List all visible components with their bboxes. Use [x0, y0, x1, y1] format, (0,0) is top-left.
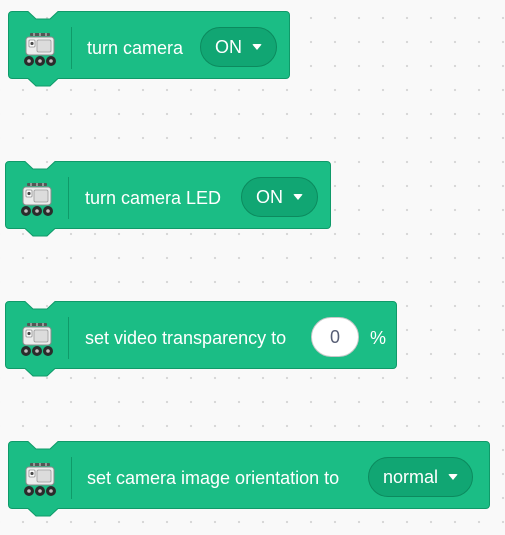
orientation-dropdown[interactable]: normal	[368, 457, 474, 497]
block-label: set camera image orientation to	[87, 468, 340, 488]
caret-down-icon	[252, 44, 262, 50]
percent-label: %	[370, 328, 387, 348]
rover-robot-icon	[17, 179, 57, 219]
block-separator	[68, 317, 69, 359]
turn-camera-led-block[interactable]: turn camera LED ON	[5, 161, 332, 241]
caret-down-icon	[448, 474, 459, 480]
block-label: set video transparency to	[85, 328, 287, 348]
dropdown-value: ON	[215, 36, 242, 57]
block-separator	[71, 27, 72, 69]
block-separator	[68, 177, 69, 219]
block-separator	[71, 457, 72, 499]
camera-led-state-dropdown[interactable]: ON	[241, 177, 318, 217]
dropdown-value: ON	[256, 186, 283, 207]
caret-down-icon	[293, 194, 303, 200]
set-camera-image-orientation-block[interactable]: set camera image orientation to normal	[8, 441, 490, 521]
rover-robot-icon	[17, 319, 57, 359]
block-label: turn camera	[87, 38, 184, 58]
turn-camera-block[interactable]: turn camera ON	[8, 11, 290, 91]
rover-robot-icon	[20, 29, 60, 69]
camera-state-dropdown[interactable]: ON	[200, 27, 277, 67]
set-video-transparency-block[interactable]: set video transparency to 0 %	[5, 301, 397, 381]
transparency-input[interactable]: 0	[311, 317, 359, 357]
dropdown-value: normal	[383, 466, 439, 487]
block-label: turn camera LED	[85, 188, 222, 208]
rover-robot-icon	[20, 459, 60, 499]
